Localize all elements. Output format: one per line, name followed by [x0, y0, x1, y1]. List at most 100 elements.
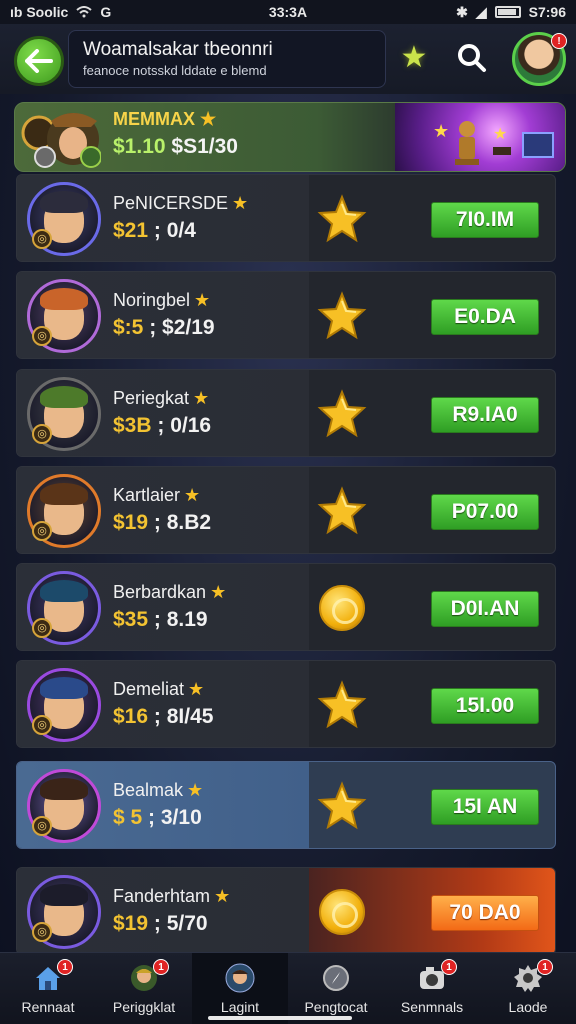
app-header: Woamalsakar tbeonnri feanoce notsskd ldd…	[0, 24, 576, 94]
player-avatar[interactable]: ◎	[27, 182, 101, 256]
profile-icon: 1	[129, 959, 169, 993]
favorites-star-icon[interactable]: ★	[396, 40, 432, 76]
player-row[interactable]: ◎ PeNICERSDE ★ $21 ; 0/4 7I0.IM	[16, 174, 556, 262]
player-stats: $16 ; 8I/45	[113, 705, 214, 728]
player-name: Noringbel ★	[113, 290, 211, 310]
amount-button[interactable]: E0.DA	[431, 299, 539, 335]
player-row[interactable]: ◎ Noringbel ★ $:5 ; $2/19 E0.DA	[16, 271, 556, 359]
player-row[interactable]: ◎ Berbardkan ★ $35 ; 8.19 D0I.AN	[16, 563, 556, 651]
level-badge-icon: ◎	[32, 229, 52, 249]
rank-star-icon: ★	[187, 780, 204, 800]
nav-label: Pengtocat	[304, 999, 368, 1015]
banner-name: MEMMAX ★	[113, 109, 217, 129]
gold-star-icon	[317, 389, 367, 439]
amount-button[interactable]: 15I AN	[431, 789, 539, 825]
search-icon	[458, 44, 486, 72]
amount-button[interactable]: R9.IA0	[431, 397, 539, 433]
level-badge-icon: ◎	[32, 922, 52, 942]
current-user-banner[interactable]: ★ ★ MEMMAX ★ $1.10 $S1/30	[14, 102, 566, 172]
bottom-nav: 1 Rennaat 1 Periggklat Lagint Pengtocat 1 Senmn…	[0, 952, 576, 1024]
gold-star-icon	[317, 194, 367, 244]
title-box: Woamalsakar tbeonnri feanoce notsskd ldd…	[68, 30, 386, 88]
notification-badge: 1	[441, 959, 457, 975]
home-indicator[interactable]	[208, 1016, 352, 1020]
amount-button[interactable]: 15I.00	[431, 688, 539, 724]
battery-label: S7:96	[528, 4, 566, 20]
rank-star-icon: ★	[210, 582, 227, 602]
player-row[interactable]: ◎ Fanderhtam ★ $19 ; 5/70 70 DA0	[16, 867, 556, 955]
player-avatar[interactable]: ◎	[27, 875, 101, 949]
notification-badge: 1	[57, 959, 73, 975]
player-row[interactable]: ◎ Bealmak ★ $ 5 ; 3/10 15I AN	[16, 761, 556, 849]
svg-text:★: ★	[433, 121, 449, 141]
nav-label: Rennaat	[21, 999, 75, 1015]
arrow-left-icon	[25, 49, 53, 73]
avatar-icon	[225, 963, 255, 993]
gold-star-icon	[317, 486, 367, 536]
search-button[interactable]	[452, 38, 492, 78]
rank-star-icon: ★	[184, 485, 201, 505]
nav-item-home[interactable]: 1 Rennaat	[0, 953, 96, 1024]
player-name: Periegkat ★	[113, 388, 210, 408]
player-avatar[interactable]: ◎	[27, 279, 101, 353]
nav-item-compass[interactable]: Pengtocat	[288, 953, 384, 1024]
amount-button[interactable]: 7I0.IM	[431, 202, 539, 238]
status-bar: ıb Soolic G 33:3A ✱ ◢ S7:96	[0, 0, 576, 24]
player-avatar[interactable]: ◎	[27, 668, 101, 742]
player-avatar[interactable]: ◎	[27, 571, 101, 645]
avatar-hair	[40, 778, 88, 800]
banner-stats: $1.10 $S1/30	[113, 135, 238, 158]
rank-star-icon: ★	[214, 886, 231, 906]
clock: 33:3A	[268, 4, 308, 20]
nav-label: Laode	[508, 999, 548, 1015]
player-stats: $3B ; 0/16	[113, 414, 212, 437]
nav-label: Senmnals	[400, 999, 464, 1015]
notification-badge: !	[551, 33, 567, 49]
player-avatar[interactable]: ◎	[27, 377, 101, 451]
avatar-hair	[40, 288, 88, 310]
avatar-hair	[40, 191, 88, 213]
gear-icon: 1	[513, 959, 553, 993]
player-avatar[interactable]: ◎	[27, 474, 101, 548]
signal-icon: ◢	[475, 3, 487, 20]
nav-item-gear[interactable]: 1 Laode	[480, 953, 576, 1024]
rank-star-icon: ★	[232, 193, 249, 213]
player-row[interactable]: ◎ Kartlaier ★ $19 ; 8.B2 P07.00	[16, 466, 556, 554]
avatar-hair	[40, 677, 88, 699]
player-stats: $35 ; 8.19	[113, 608, 208, 631]
player-stats: $ 5 ; 3/10	[113, 806, 202, 829]
notification-badge: 1	[537, 959, 553, 975]
home-icon: 1	[33, 959, 73, 993]
amount-button[interactable]: D0I.AN	[431, 591, 539, 627]
player-stats: $21 ; 0/4	[113, 219, 196, 242]
camera-icon: 1	[417, 959, 457, 993]
level-badge-icon: ◎	[32, 618, 52, 638]
player-row[interactable]: ◎ Demeliat ★ $16 ; 8I/45 15I.00	[16, 660, 556, 748]
avatar-hair	[40, 884, 88, 906]
player-stats: $19 ; 5/70	[113, 912, 208, 935]
svg-text:★: ★	[493, 126, 507, 143]
battery-icon	[494, 6, 521, 18]
amount-button[interactable]: 70 DA0	[431, 895, 539, 931]
avatar-hair	[40, 386, 88, 408]
nav-item-avatar[interactable]: Lagint	[192, 953, 288, 1024]
nav-item-camera[interactable]: 1 Senmnals	[384, 953, 480, 1024]
player-avatar[interactable]: ◎	[27, 769, 101, 843]
level-badge-icon: ◎	[32, 424, 52, 444]
sync-icon: G	[100, 4, 112, 20]
profile-avatar[interactable]: !	[512, 32, 567, 86]
amount-button[interactable]: P07.00	[431, 494, 539, 530]
player-name: Berbardkan ★	[113, 582, 227, 602]
coin-icon	[319, 585, 365, 631]
back-button[interactable]	[14, 36, 64, 86]
level-badge-icon: ◎	[32, 816, 52, 836]
banner-avatar	[21, 105, 102, 171]
player-name: Fanderhtam ★	[113, 886, 231, 906]
player-row[interactable]: ◎ Periegkat ★ $3B ; 0/16 R9.IA0	[16, 369, 556, 457]
nav-item-profile[interactable]: 1 Periggklat	[96, 953, 192, 1024]
rank-star-icon: ★	[194, 290, 211, 310]
player-stats: $19 ; 8.B2	[113, 511, 212, 534]
page-title: Woamalsakar tbeonnri	[83, 39, 273, 60]
wifi-icon	[76, 6, 92, 18]
carrier-label: ıb Soolic	[10, 4, 69, 20]
